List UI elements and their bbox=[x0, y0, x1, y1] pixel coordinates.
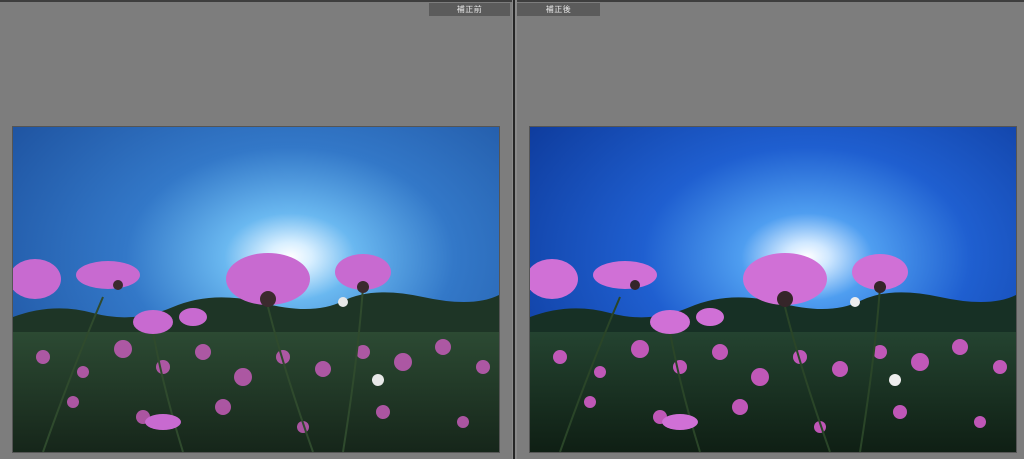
after-label: 補正後 bbox=[517, 3, 600, 16]
compare-viewer: 補正前 補正後 bbox=[0, 0, 1024, 459]
before-pane[interactable]: 補正前 bbox=[0, 2, 512, 459]
before-photo bbox=[12, 126, 500, 453]
before-photo-image bbox=[13, 127, 499, 452]
after-photo-image bbox=[530, 127, 1016, 452]
after-pane[interactable]: 補正後 bbox=[517, 2, 1024, 459]
after-photo bbox=[529, 126, 1017, 453]
before-label: 補正前 bbox=[429, 3, 510, 16]
